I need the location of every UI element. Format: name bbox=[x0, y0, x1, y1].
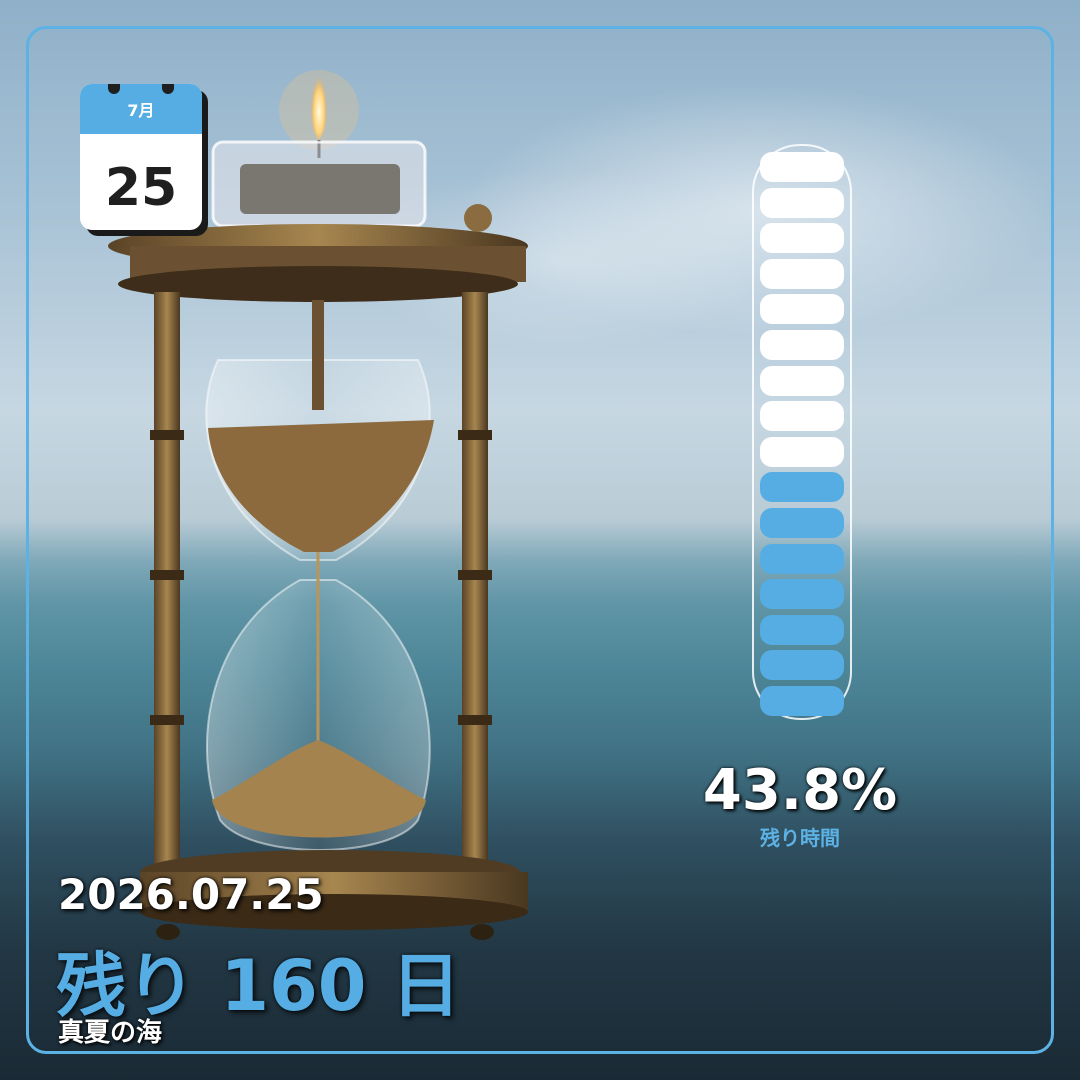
progress-segment-filled bbox=[760, 579, 844, 610]
progress-segment-filled bbox=[760, 543, 844, 574]
progress-segment-empty bbox=[760, 401, 844, 432]
progress-segment-filled bbox=[760, 650, 844, 681]
progress-segment-filled bbox=[760, 686, 844, 716]
progress-segment-empty bbox=[760, 330, 844, 360]
progress-segment-empty bbox=[760, 436, 844, 467]
progress-segment-empty bbox=[760, 223, 844, 254]
calendar-icon: 7月 25 bbox=[80, 84, 202, 230]
progress-segment-filled bbox=[760, 614, 844, 645]
remaining-count: 160 bbox=[220, 945, 367, 1027]
progress-segment-empty bbox=[760, 365, 844, 396]
theme-title: 真夏の海 bbox=[58, 1018, 163, 1048]
remaining-suffix: 日 bbox=[390, 945, 461, 1027]
progress-percent: 43.8% bbox=[702, 758, 898, 823]
calendar-month: 7月 bbox=[80, 84, 202, 134]
calendar-day: 25 bbox=[104, 158, 178, 218]
progress-segment-empty bbox=[760, 152, 844, 182]
progress-label: 残り時間 bbox=[760, 826, 840, 850]
progress-segment-empty bbox=[760, 294, 844, 325]
progress-segment-empty bbox=[760, 258, 844, 289]
progress-segment-filled bbox=[760, 508, 844, 538]
progress-segment-empty bbox=[760, 187, 844, 218]
current-date: 2026.07.25 bbox=[58, 870, 324, 919]
progress-segment-filled bbox=[760, 472, 844, 503]
